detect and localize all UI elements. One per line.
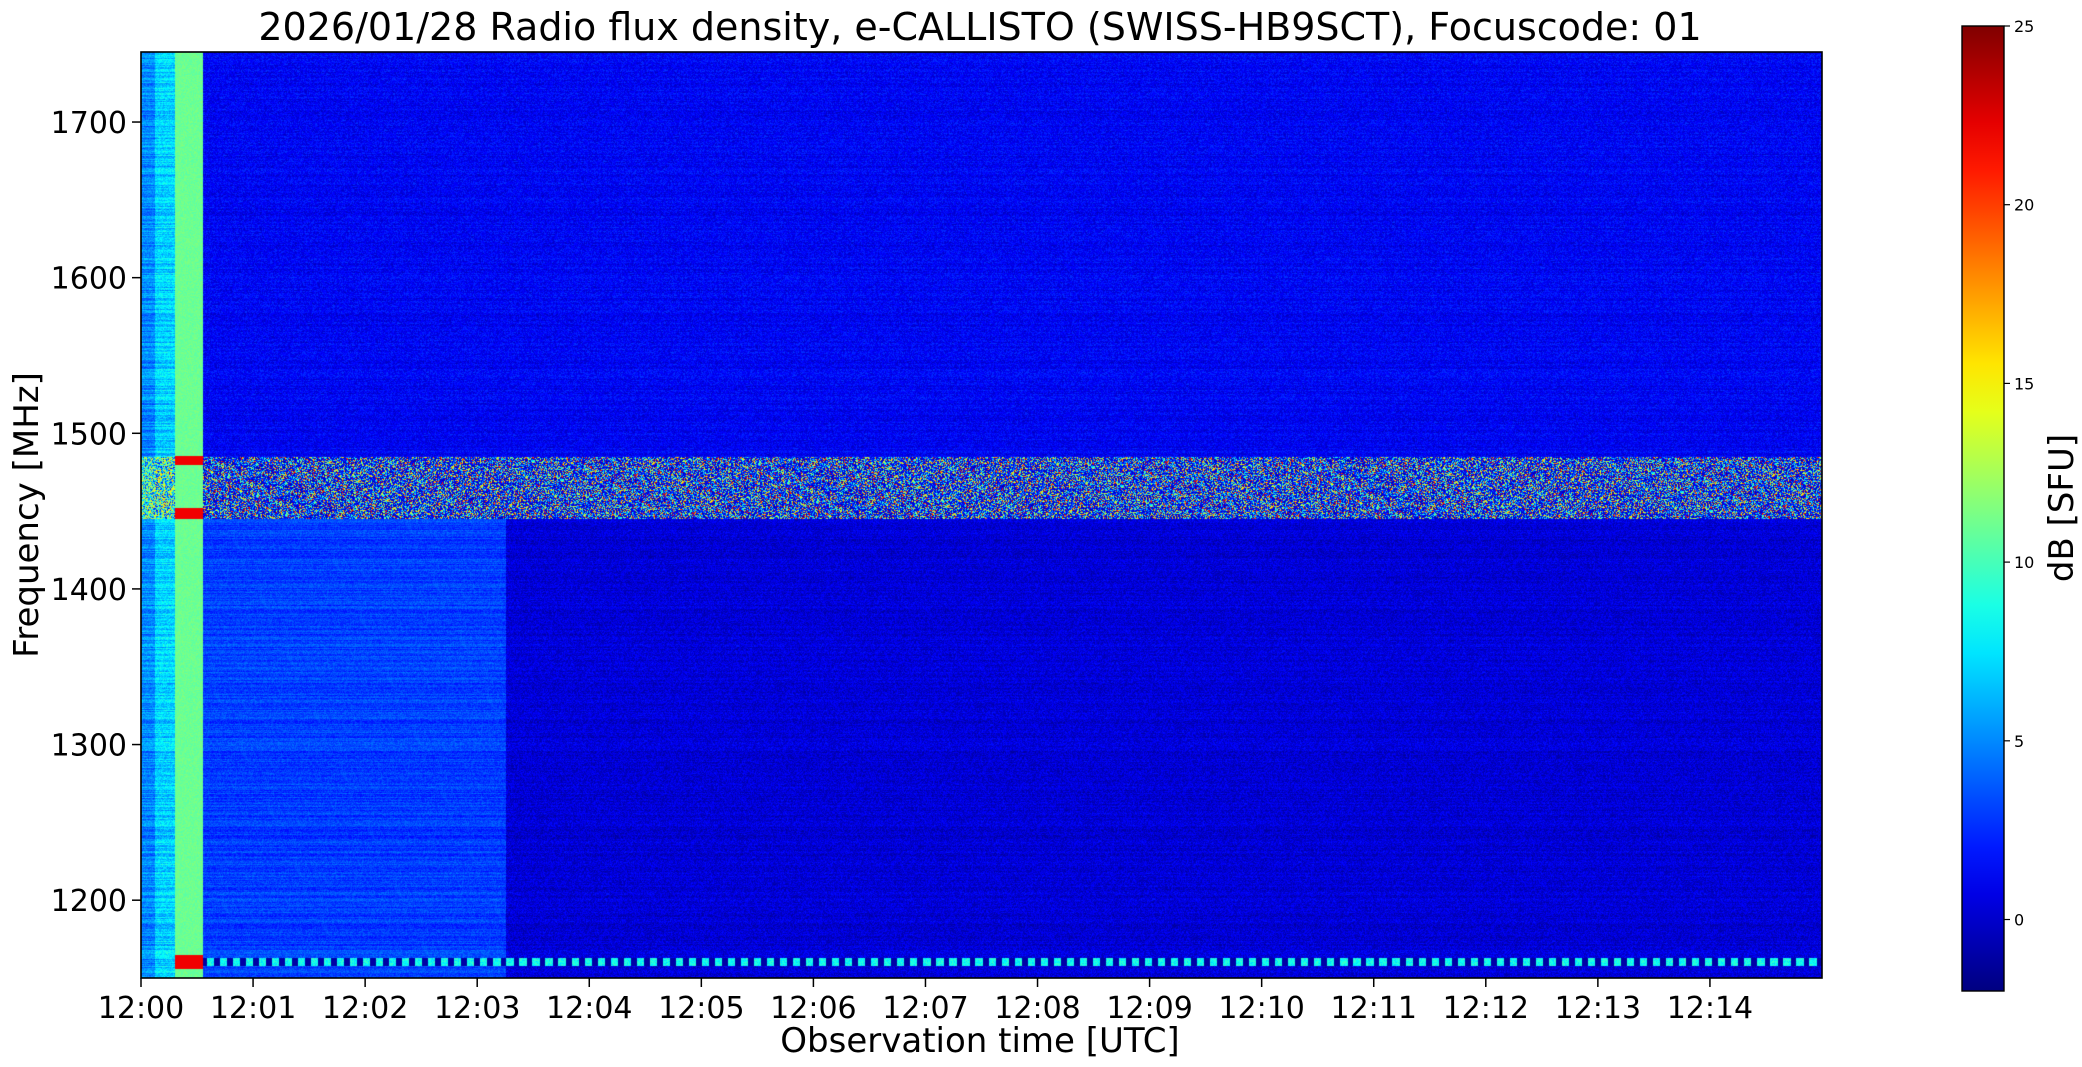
x-tick-label: 12:02	[322, 991, 408, 1026]
x-tick-label: 12:12	[1443, 991, 1529, 1026]
x-tick-label: 12:10	[1218, 991, 1304, 1026]
x-tick-label: 12:05	[658, 991, 744, 1026]
y-tick-label: 1200	[51, 884, 127, 919]
x-axis: 12:00 12:01 12:02 12:03 12:04 12:05 12:06 12:07…	[98, 978, 1753, 1026]
y-tick-label: 1600	[51, 262, 127, 297]
y-axis: 1200 1300 1400 1500 1600 1700	[51, 106, 141, 919]
colorbar-tick-label: 25	[2014, 17, 2034, 36]
spectrogram-image-wrapper	[141, 52, 1822, 978]
spectrogram-chart: 2026/01/28 Radio flux density, e-CALLIST…	[7, 5, 2082, 1061]
colorbar-label: dB [SFU]	[2042, 434, 2082, 582]
colorbar-tick-label: 15	[2014, 374, 2034, 393]
colorbar-ticks: 0 5 10 15 20 25	[2004, 17, 2034, 930]
x-tick-label: 12:04	[546, 991, 632, 1026]
colorbar-tick-label: 0	[2014, 911, 2024, 930]
x-tick-label: 12:01	[210, 991, 296, 1026]
colorbar-gradient	[1962, 26, 2004, 991]
spectrogram-image	[141, 52, 1822, 978]
x-tick-label: 12:03	[434, 991, 520, 1026]
y-tick-label: 1300	[51, 729, 127, 764]
x-tick-label: 12:13	[1555, 991, 1641, 1026]
x-axis-label: Observation time [UTC]	[780, 1021, 1179, 1061]
colorbar-tick-label: 20	[2014, 196, 2034, 215]
x-tick-label: 12:11	[1330, 991, 1416, 1026]
chart-title: 2026/01/28 Radio flux density, e-CALLIST…	[258, 5, 1701, 49]
colorbar-gradient-wrapper	[1962, 26, 2004, 991]
colorbar: 0 5 10 15 20 25 dB [SFU]	[1961, 17, 2082, 992]
y-axis-label: Frequency [MHz]	[7, 372, 47, 658]
plot-area	[140, 51, 1823, 979]
x-tick-label: 12:14	[1667, 991, 1753, 1026]
x-tick-label: 12:00	[98, 991, 184, 1026]
chart-title-group: 2026/01/28 Radio flux density, e-CALLIST…	[258, 5, 1701, 49]
colorbar-tick-label: 5	[2014, 732, 2024, 751]
colorbar-tick-label: 10	[2014, 553, 2034, 572]
y-tick-label: 1500	[51, 417, 127, 452]
y-tick-label: 1400	[51, 573, 127, 608]
y-tick-label: 1700	[51, 106, 127, 141]
